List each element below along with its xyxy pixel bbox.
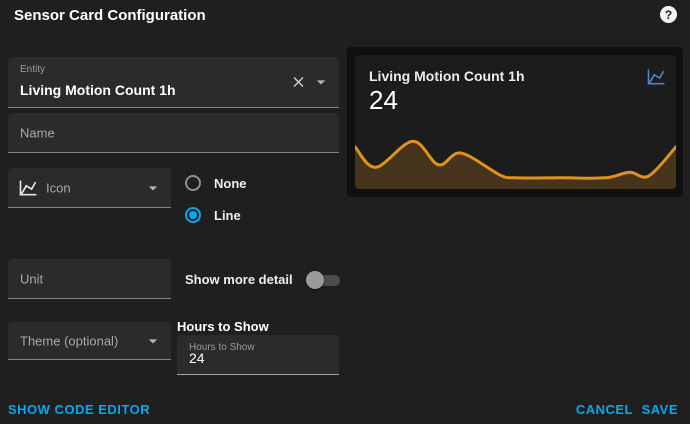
theme-placeholder: Theme (optional) [20,333,119,348]
show-code-editor-button[interactable]: SHOW CODE EDITOR [8,402,150,417]
preview-card-value: 24 [369,85,398,115]
name-field[interactable]: Name [8,113,339,153]
show-more-detail-toggle[interactable] [306,271,342,289]
cancel-button[interactable]: CANCEL [576,402,633,417]
name-placeholder: Name [20,125,55,140]
card-preview-panel: Living Motion Count 1h 24 [347,47,683,197]
chart-line-icon [647,69,665,85]
radio-circle-icon [185,207,201,223]
help-icon[interactable]: ? [660,6,677,23]
radio-circle-icon [185,175,201,191]
unit-placeholder: Unit [20,271,44,286]
entity-value: Living Motion Count 1h [20,82,176,98]
save-button[interactable]: SAVE [642,402,678,417]
hours-to-show-heading: Hours to Show [177,319,269,334]
preview-sparkline-chart [355,139,676,189]
entity-label: Entity [20,64,46,75]
chart-line-icon [19,180,37,195]
unit-field[interactable]: Unit [8,259,171,299]
chevron-down-icon[interactable] [311,72,331,92]
radio-line-label: Line [214,207,241,223]
entity-field[interactable]: Entity Living Motion Count 1h [8,57,339,108]
preview-card-title: Living Motion Count 1h [369,68,525,84]
icon-field[interactable]: Icon [8,168,171,208]
clear-icon[interactable] [290,74,307,91]
chevron-down-icon[interactable] [143,331,163,351]
chevron-down-icon[interactable] [143,178,163,198]
question-mark-glyph: ? [664,7,673,22]
sensor-card-config-dialog: Sensor Card Configuration ? Entity Livin… [0,0,690,424]
icon-placeholder: Icon [46,180,71,195]
show-more-detail-label: Show more detail [185,272,293,287]
toggle-knob [306,271,324,289]
sensor-card-preview: Living Motion Count 1h 24 [355,55,676,189]
radio-graph-none[interactable]: None [185,175,247,191]
radio-none-label: None [214,175,247,191]
hours-to-show-value: 24 [189,350,205,366]
radio-graph-line[interactable]: Line [185,207,241,223]
hours-to-show-field[interactable]: Hours to Show 24 [177,335,339,375]
theme-field[interactable]: Theme (optional) [8,322,171,360]
dialog-title: Sensor Card Configuration [14,7,206,24]
